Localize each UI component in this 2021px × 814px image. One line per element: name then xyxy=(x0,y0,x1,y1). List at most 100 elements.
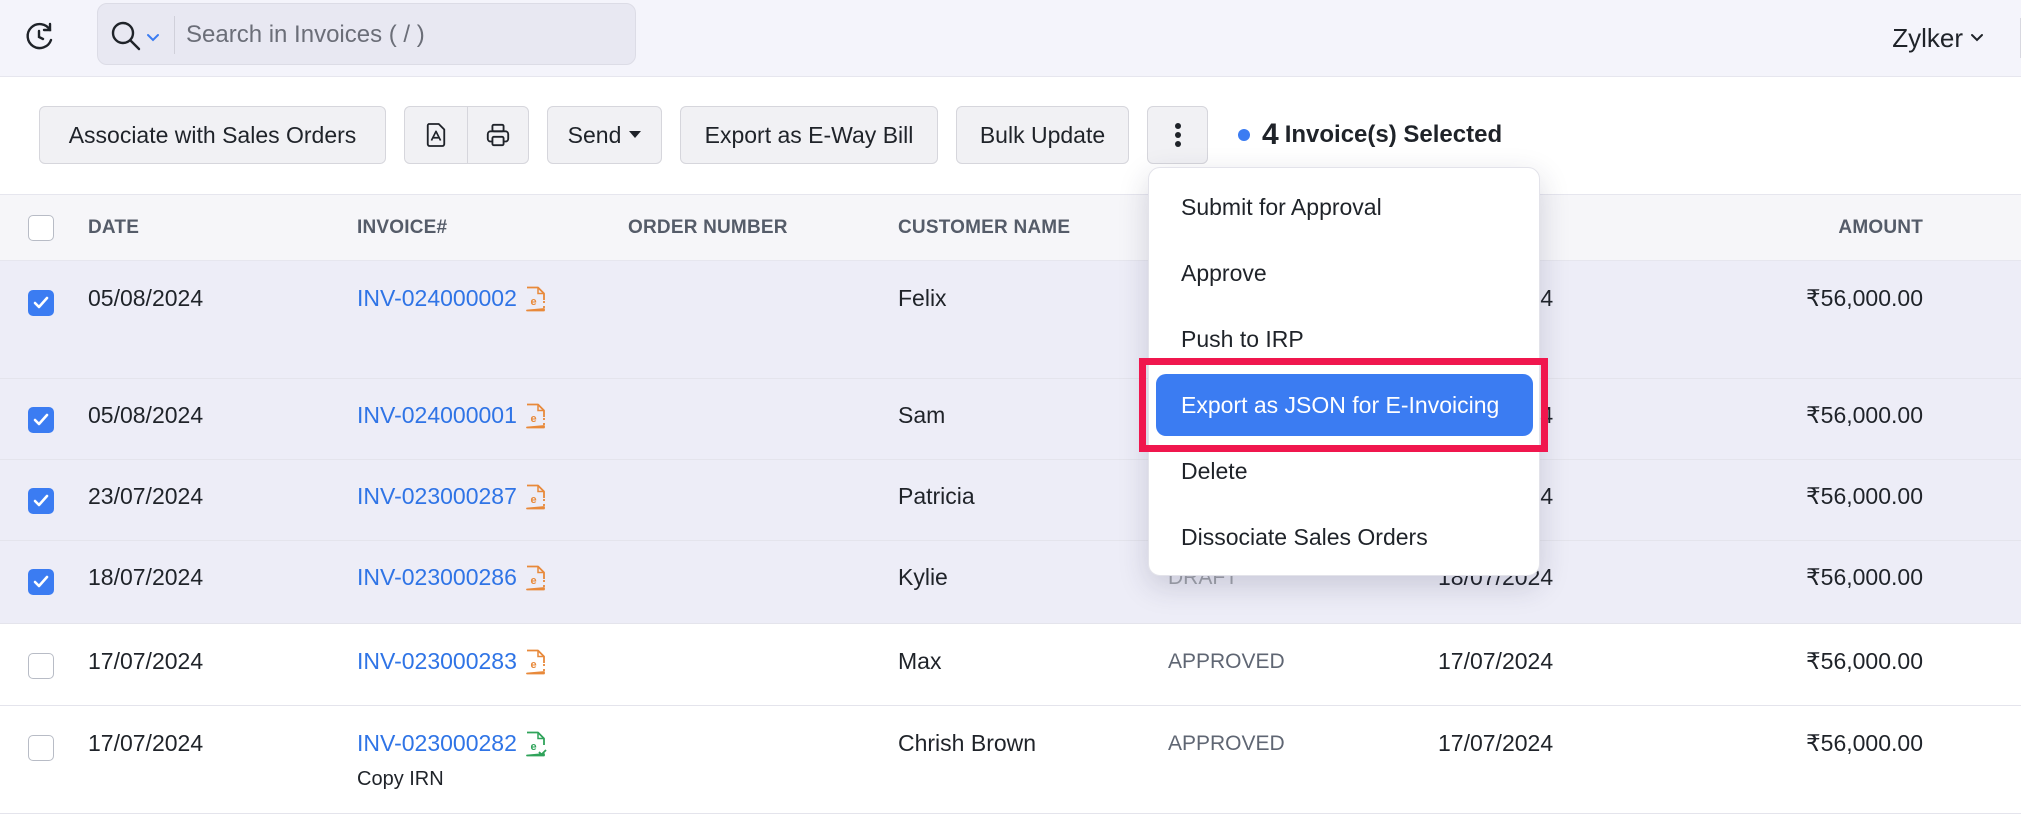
invoice-number: INV-024000002 xyxy=(357,285,517,311)
send-label: Send xyxy=(567,121,622,148)
pdf-button[interactable] xyxy=(405,107,467,163)
search-input[interactable] xyxy=(186,16,616,54)
pdf-icon xyxy=(426,123,445,147)
invoice-number-link[interactable]: INV-023000282 e xyxy=(357,730,547,757)
search-icon[interactable] xyxy=(110,20,142,52)
e-invoice-pending-icon[interactable]: e xyxy=(525,484,547,510)
cell-date: 05/08/2024 xyxy=(88,285,204,311)
row-checkbox[interactable] xyxy=(28,488,54,514)
checkmark-icon xyxy=(33,413,49,426)
column-header-amount[interactable]: AMOUNT xyxy=(1838,217,1923,239)
cell-amount: ₹56,000.00 xyxy=(1806,648,1923,674)
cell-amount: ₹56,000.00 xyxy=(1806,402,1923,428)
table-row[interactable]: 05/08/2024INV-024000001eSam05/08/2024₹56… xyxy=(0,379,2021,460)
row-checkbox[interactable] xyxy=(28,569,54,595)
cell-amount: ₹56,000.00 xyxy=(1806,564,1923,590)
svg-text:e: e xyxy=(530,413,536,425)
svg-text:e: e xyxy=(530,494,536,506)
cell-date: 23/07/2024 xyxy=(88,483,204,509)
status-badge: APPROVED xyxy=(1168,650,1285,673)
export-eway-bill-button[interactable]: Export as E-Way Bill xyxy=(680,106,938,164)
column-header-order-number[interactable]: ORDER NUMBER xyxy=(628,217,788,239)
invoice-number-link[interactable]: INV-024000002 e xyxy=(357,285,547,312)
cell-customer-name: Patricia xyxy=(898,483,975,509)
cell-date: 17/07/2024 xyxy=(88,648,204,674)
invoice-number: INV-023000282 xyxy=(357,730,517,756)
search-divider xyxy=(174,16,175,54)
table-row[interactable]: 18/07/2024 INV-023000286 e Kylie DRAFT 18/07/… xyxy=(0,541,2021,624)
selected-label: Invoice(s) Selected xyxy=(1284,121,1503,148)
e-invoice-pending-icon[interactable]: e xyxy=(525,403,547,429)
invoice-number: INV-023000286 xyxy=(357,564,517,590)
more-actions-menu: Submit for Approval Approve Push to IRP … xyxy=(1148,167,1540,576)
checkmark-icon xyxy=(33,575,49,588)
search-filter-chevron-down-icon[interactable] xyxy=(146,30,160,42)
cell-customer-name: Sam xyxy=(898,402,946,428)
cell-date: 18/07/2024 xyxy=(88,564,204,590)
menu-item-approve[interactable]: Approve xyxy=(1156,242,1533,304)
svg-text:e: e xyxy=(530,741,536,753)
menu-item-export-json-e-invoicing[interactable]: Export as JSON for E-Invoicing xyxy=(1156,374,1533,436)
e-invoice-pending-icon[interactable]: e xyxy=(525,286,547,312)
copy-irn-link[interactable]: Copy IRN xyxy=(357,768,444,791)
svg-text:e: e xyxy=(530,296,536,308)
cell-due-date: 17/07/2024 xyxy=(1438,730,1554,756)
invoice-number: INV-023000283 xyxy=(357,648,517,674)
column-header-date[interactable]: DATE xyxy=(88,217,139,239)
associate-sales-orders-button[interactable]: Associate with Sales Orders xyxy=(39,106,386,164)
status-badge: APPROVED xyxy=(1168,732,1285,755)
pdf-print-button-group xyxy=(404,106,529,164)
invoice-number-link[interactable]: INV-024000001 e xyxy=(357,402,547,429)
column-header-customer-name[interactable]: CUSTOMER NAME xyxy=(898,217,1070,239)
table-row[interactable]: 17/07/2024 INV-023000283 e Max APPROVED 17/07… xyxy=(0,624,2021,706)
e-invoice-generated-icon[interactable]: e xyxy=(525,731,547,757)
table-header: DATE INVOICE# ORDER NUMBER CUSTOMER NAME… xyxy=(0,194,2021,261)
selected-count: 4 xyxy=(1262,118,1279,151)
row-checkbox[interactable] xyxy=(28,735,54,761)
invoice-number-link[interactable]: INV-023000283 e xyxy=(357,648,547,675)
send-dropdown-button[interactable]: Send xyxy=(547,106,662,164)
row-checkbox[interactable] xyxy=(28,653,54,679)
cell-due-date: 17/07/2024 xyxy=(1438,648,1554,674)
top-bar: Zylker xyxy=(0,0,2021,77)
e-invoice-pending-icon[interactable]: e xyxy=(525,565,547,591)
bulk-update-button[interactable]: Bulk Update xyxy=(956,106,1129,164)
table-row[interactable]: 23/07/2024INV-023000287ePatricia23/07/20… xyxy=(0,460,2021,541)
row-checkbox[interactable] xyxy=(28,290,54,316)
checkmark-icon xyxy=(33,296,49,309)
more-actions-button[interactable] xyxy=(1147,106,1208,164)
menu-item-dissociate-sales-orders[interactable]: Dissociate Sales Orders xyxy=(1156,506,1533,568)
menu-item-delete[interactable]: Delete xyxy=(1156,440,1533,502)
invoice-number-link[interactable]: INV-023000286 e xyxy=(357,564,547,591)
select-all-checkbox[interactable] xyxy=(28,215,54,241)
invoice-number: INV-024000001 xyxy=(357,402,517,428)
cell-amount: ₹56,000.00 xyxy=(1806,730,1923,756)
caret-down-icon xyxy=(629,131,642,138)
menu-item-push-to-irp[interactable]: Push to IRP xyxy=(1156,308,1533,370)
chevron-down-icon xyxy=(1971,34,1983,42)
print-button[interactable] xyxy=(466,107,529,163)
organization-name: Zylker xyxy=(1892,22,1963,53)
row-checkbox[interactable] xyxy=(28,407,54,433)
column-header-invoice[interactable]: INVOICE# xyxy=(357,217,447,239)
bulk-action-toolbar: Associate with Sales Orders Send Export … xyxy=(0,77,2021,194)
organization-switcher[interactable]: Zylker xyxy=(1892,20,1985,56)
cell-date: 17/07/2024 xyxy=(88,730,204,756)
invoice-number: INV-023000287 xyxy=(357,483,517,509)
e-invoice-pending-icon[interactable]: e xyxy=(525,649,547,675)
search-box xyxy=(97,3,636,65)
more-vertical-icon xyxy=(1174,123,1181,147)
selection-summary: 4 Invoice(s) Selected xyxy=(1238,114,1502,156)
table-row[interactable]: 17/07/2024 INV-023000282 e Chrish Brown APPR… xyxy=(0,706,2021,814)
invoice-number-link[interactable]: INV-023000287 e xyxy=(357,483,547,510)
svg-text:e: e xyxy=(530,575,536,587)
selection-dot-icon xyxy=(1238,129,1250,141)
cell-date: 05/08/2024 xyxy=(88,402,204,428)
table-row[interactable]: 05/08/2024INV-024000002eFelix05/08/2024₹… xyxy=(0,261,2021,379)
menu-item-submit-for-approval[interactable]: Submit for Approval xyxy=(1156,176,1533,238)
cell-customer-name: Felix xyxy=(898,285,947,311)
svg-text:e: e xyxy=(530,659,536,671)
history-refresh-icon[interactable] xyxy=(24,20,56,52)
cell-customer-name: Max xyxy=(898,648,942,674)
cell-customer-name: Kylie xyxy=(898,564,948,590)
